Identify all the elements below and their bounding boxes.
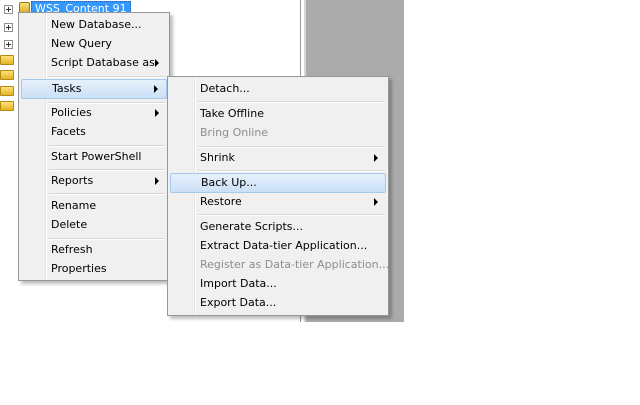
menu-item-label: Properties: [51, 262, 107, 275]
menu-item-label: Register as Data-tier Application...: [200, 258, 390, 271]
menu-item-export-data[interactable]: Export Data...: [170, 293, 386, 313]
submenu-arrow-icon: [155, 109, 159, 117]
menu-item-label: Restore: [200, 195, 242, 208]
folder-icon: [0, 55, 14, 65]
expand-icon[interactable]: [4, 23, 13, 32]
submenu-arrow-icon: [374, 198, 378, 206]
menu-separator: [198, 214, 384, 216]
submenu-arrow-icon: [154, 85, 158, 93]
menu-item-reports[interactable]: Reports: [21, 171, 167, 191]
menu-item-label: Reports: [51, 174, 94, 187]
menu-item-register-data-tier-application: Register as Data-tier Application...: [170, 255, 390, 275]
menu-item-back-up[interactable]: Back Up...: [170, 173, 386, 193]
menu-item-label: Delete: [51, 218, 88, 231]
menu-item-rename[interactable]: Rename: [21, 196, 167, 216]
menu-item-detach[interactable]: Detach...: [170, 79, 386, 99]
menu-item-label: Extract Data-tier Application...: [200, 239, 368, 252]
menu-item-label: Facets: [51, 125, 86, 138]
menu-item-label: Refresh: [51, 243, 93, 256]
menu-item-script-database-as[interactable]: Script Database as: [21, 53, 167, 73]
menu-separator: [198, 101, 384, 103]
expand-icon[interactable]: [4, 5, 13, 14]
menu-item-label: Rename: [51, 199, 97, 212]
menu-item-label: Start PowerShell: [51, 150, 142, 163]
menu-item-facets[interactable]: Facets: [21, 122, 167, 142]
menu-item-label: Policies: [51, 106, 92, 119]
tasks-submenu: Detach... Take Offline Bring Online Shri…: [167, 76, 389, 316]
menu-item-label: Take Offline: [200, 107, 264, 120]
menu-item-properties[interactable]: Properties: [21, 259, 167, 279]
menu-item-label: Generate Scripts...: [200, 220, 303, 233]
menu-item-extract-data-tier-application[interactable]: Extract Data-tier Application...: [170, 236, 386, 256]
menu-separator: [198, 170, 384, 172]
menu-item-new-database[interactable]: New Database...: [21, 15, 167, 35]
menu-item-restore[interactable]: Restore: [170, 192, 386, 212]
submenu-arrow-icon: [374, 154, 378, 162]
database-context-menu: New Database... New Query Script Databas…: [18, 12, 170, 281]
menu-item-take-offline[interactable]: Take Offline: [170, 104, 386, 124]
submenu-arrow-icon: [155, 177, 159, 185]
expand-icon[interactable]: [4, 40, 13, 49]
folder-icon: [0, 101, 14, 111]
menu-item-label: Import Data...: [200, 277, 277, 290]
menu-item-refresh[interactable]: Refresh: [21, 240, 167, 260]
menu-item-label: New Query: [51, 37, 112, 50]
menu-item-label: Export Data...: [200, 296, 277, 309]
menu-item-start-powershell[interactable]: Start PowerShell: [21, 147, 167, 167]
menu-item-label: Shrink: [200, 151, 235, 164]
menu-item-label: Tasks: [52, 82, 82, 95]
menu-item-import-data[interactable]: Import Data...: [170, 274, 386, 294]
menu-item-shrink[interactable]: Shrink: [170, 148, 386, 168]
menu-item-label: Back Up...: [201, 176, 257, 189]
menu-item-delete[interactable]: Delete: [21, 215, 167, 235]
menu-item-tasks[interactable]: Tasks: [21, 79, 167, 99]
menu-item-label: Bring Online: [200, 126, 269, 139]
menu-item-label: Script Database as: [51, 56, 155, 69]
menu-item-label: New Database...: [51, 18, 142, 31]
menu-item-generate-scripts[interactable]: Generate Scripts...: [170, 217, 386, 237]
menu-item-bring-online: Bring Online: [170, 123, 386, 143]
menu-item-policies[interactable]: Policies: [21, 103, 167, 123]
menu-separator: [49, 193, 165, 195]
folder-icon: [0, 70, 14, 80]
submenu-arrow-icon: [155, 59, 159, 67]
folder-icon: [0, 86, 14, 96]
menu-item-new-query[interactable]: New Query: [21, 34, 167, 54]
menu-item-label: Detach...: [200, 82, 250, 95]
menu-separator: [49, 76, 165, 78]
